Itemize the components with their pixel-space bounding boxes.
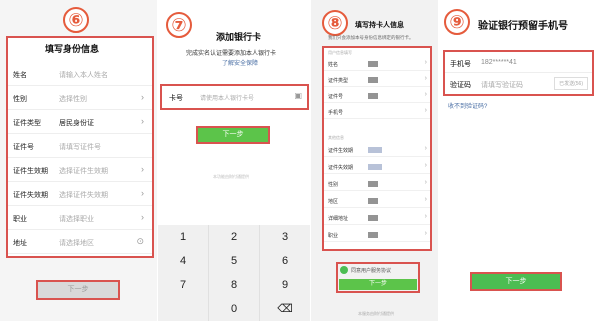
highlight-box-next-button (196, 126, 270, 144)
highlight-box-next-button (36, 280, 120, 300)
step-marker-8: ⑧ (322, 10, 348, 36)
footer-hint: 本功能由财付通提供 (213, 174, 249, 179)
page-title: 验证银行预留手机号 (478, 21, 568, 32)
step-marker-9: ⑨ (444, 9, 470, 35)
numeric-keypad: 1 2 3 4 5 6 7 8 9 0 ⌫ (158, 225, 310, 321)
highlight-box-cardholder-form (322, 46, 432, 251)
keypad-key[interactable]: 5 (209, 249, 259, 273)
highlight-box-next-button (470, 272, 562, 291)
highlight-box-verify-form (443, 50, 594, 96)
keypad-key[interactable]: 4 (158, 249, 208, 273)
keypad-key[interactable]: 7 (158, 273, 208, 297)
no-code-link[interactable]: 收不到验证码? (448, 101, 487, 110)
highlight-box-card-field (160, 84, 309, 110)
keypad-key[interactable]: 8 (209, 273, 259, 297)
keypad-key[interactable]: 2 (209, 225, 259, 249)
keypad-key[interactable]: 9 (260, 273, 310, 297)
security-link[interactable]: 了解安全保障 (222, 58, 258, 67)
subtitle: 完成实名认证需要添加本人银行卡 (186, 51, 277, 57)
subtitle: 我们只会添加本号身份信息绑定的银行卡。 (328, 35, 414, 40)
backspace-key[interactable]: ⌫ (260, 297, 310, 321)
step-marker-6: ⑥ (63, 7, 89, 33)
footer-hint: 本服务由财付通提供 (358, 311, 394, 316)
highlight-box-identity-form (6, 36, 154, 258)
keypad-key[interactable]: 6 (260, 249, 310, 273)
page-title: 添加银行卡 (216, 32, 262, 42)
page-title: 填写持卡人信息 (355, 22, 404, 29)
keypad-key[interactable]: 0 (209, 297, 259, 321)
highlight-box-agree-next (336, 262, 420, 293)
keypad-key[interactable]: 3 (260, 225, 310, 249)
keypad-key[interactable]: 1 (158, 225, 208, 249)
step-marker-7: ⑦ (166, 12, 192, 38)
